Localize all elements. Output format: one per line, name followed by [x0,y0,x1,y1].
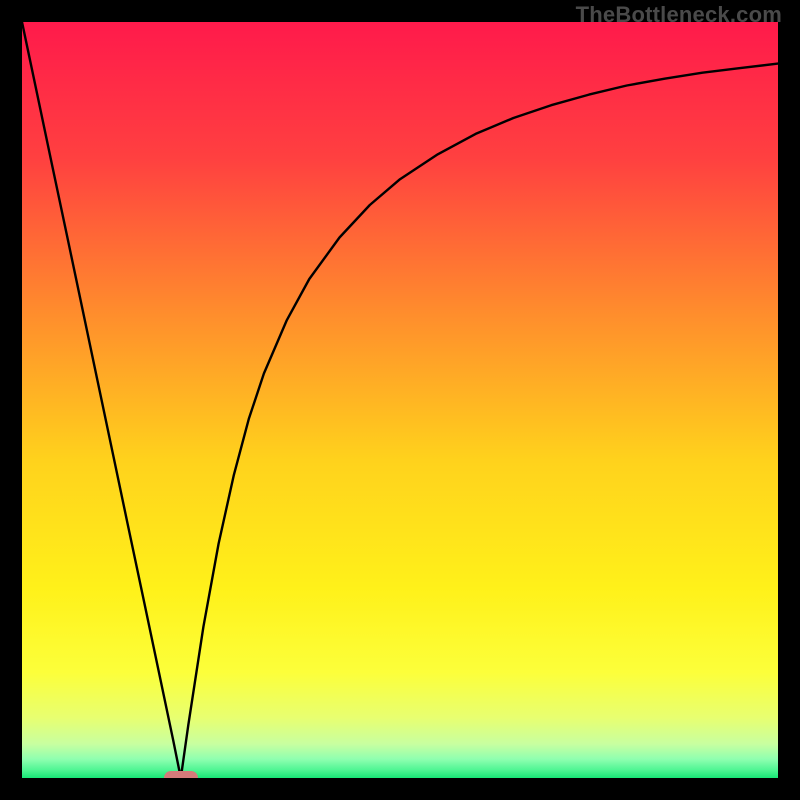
watermark-text: TheBottleneck.com [576,2,782,28]
chart-frame: TheBottleneck.com [0,0,800,800]
bottleneck-curve [22,22,778,778]
optimum-marker [164,771,198,778]
plot-area [22,22,778,778]
